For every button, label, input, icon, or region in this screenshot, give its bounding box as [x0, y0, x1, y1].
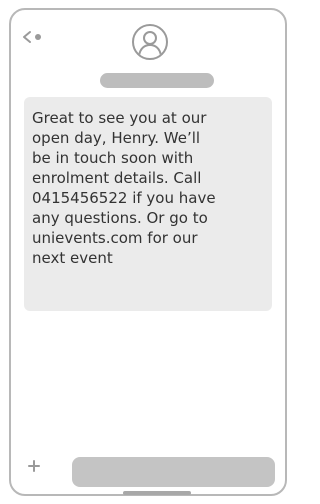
message-text: Great to see you at our open day, Henry.… — [32, 109, 216, 267]
back-icon[interactable] — [21, 28, 49, 46]
message-bubble: Great to see you at our open day, Henry.… — [24, 97, 272, 311]
contact-avatar[interactable] — [132, 24, 168, 60]
message-input[interactable] — [72, 457, 275, 487]
home-indicator[interactable] — [123, 491, 191, 495]
contact-name-placeholder — [100, 73, 214, 88]
person-icon — [138, 31, 162, 57]
plus-icon[interactable] — [27, 459, 41, 473]
